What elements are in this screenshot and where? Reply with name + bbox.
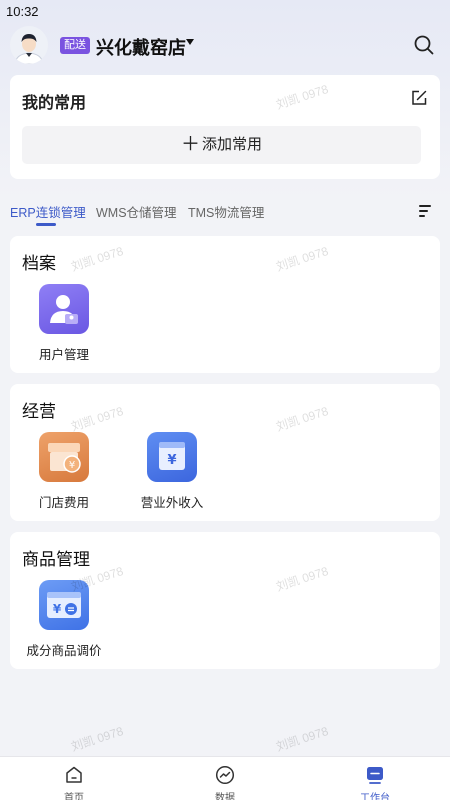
tabbar-item-home[interactable]: 首页 (34, 757, 114, 800)
user-avatar[interactable] (10, 26, 48, 64)
category-tabs: ERP连锁管理 WMS仓储管理 TMS物流管理 (0, 196, 450, 230)
avatar-icon (10, 26, 48, 64)
edit-favorites-button[interactable] (410, 89, 428, 107)
section-title: 档案 (22, 254, 56, 273)
status-time: 10:32 (6, 4, 39, 19)
app-header: 配送 兴化戴窑店 (0, 24, 450, 68)
search-icon (414, 35, 434, 55)
wallet-yuan-icon: ¥ (147, 432, 197, 482)
price-adjust-icon: ¥ (39, 580, 89, 630)
add-favorite-label: 添加常用 (202, 136, 263, 153)
store-fee-icon: ¥ (39, 432, 89, 482)
sort-menu-button[interactable] (418, 204, 432, 218)
app-label: 成分商品调价 (26, 644, 102, 658)
tabbar-label: 数据 (215, 793, 235, 800)
active-tab-indicator (36, 223, 56, 226)
status-bar: 10:32 (0, 0, 450, 24)
favorites-title: 我的常用 (22, 95, 87, 112)
app-label: 门店费用 (38, 496, 89, 510)
sort-icon-line (419, 210, 428, 212)
svg-text:¥: ¥ (69, 460, 75, 471)
svg-text:¥: ¥ (167, 453, 176, 468)
sort-icon-line (419, 215, 425, 217)
home-icon (66, 766, 82, 783)
add-favorite-button[interactable]: ＋添加常用 (22, 126, 421, 164)
user-manage-icon (39, 284, 89, 334)
chart-icon (215, 765, 235, 785)
plus-icon: ＋ (180, 134, 200, 155)
favorites-card: 我的常用 ＋添加常用 (10, 75, 440, 179)
caret-down-icon[interactable] (186, 39, 194, 45)
section-product-management: 商品管理 ¥ 成分商品调价 (10, 532, 440, 669)
tab-tms[interactable]: TMS物流管理 (188, 202, 264, 221)
app-label: 营业外收入 (140, 496, 204, 510)
edit-icon (412, 90, 427, 105)
tabbar-item-data[interactable]: 数据 (185, 757, 265, 800)
section-archive: 档案 用户管理 (10, 236, 440, 373)
svg-text:¥: ¥ (53, 602, 62, 616)
delivery-badge: 配送 (60, 37, 90, 54)
section-title: 经营 (22, 402, 56, 421)
tabbar-label: 首页 (64, 793, 84, 800)
tabbar-label: 工作台 (360, 793, 390, 800)
watermark: 刘凯 0978 (69, 723, 126, 754)
sort-icon-line (419, 205, 431, 207)
section-title: 商品管理 (22, 550, 90, 569)
bottom-tab-bar: 首页 数据 工作台 (0, 756, 450, 800)
tab-erp[interactable]: ERP连锁管理 (10, 202, 86, 221)
section-operations: 经营 ¥ 门店费用 ¥ 营业外收入 (10, 384, 440, 521)
workbench-icon (367, 767, 383, 784)
store-name[interactable]: 兴化戴窑店 (96, 34, 186, 60)
tab-wms[interactable]: WMS仓储管理 (96, 202, 177, 221)
tabbar-item-workbench[interactable]: 工作台 (335, 757, 415, 800)
search-button[interactable] (413, 34, 435, 56)
watermark: 刘凯 0978 (274, 723, 331, 754)
app-label: 用户管理 (38, 348, 89, 362)
